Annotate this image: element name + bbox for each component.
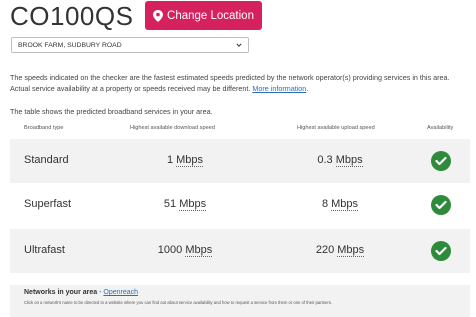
download-value: 1 [166, 154, 174, 166]
upload-value: 0.3 [317, 154, 333, 166]
change-location-label: Change Location [167, 9, 254, 22]
networks-description: Click on a network's name to be directed… [24, 300, 333, 305]
available-check-icon [431, 195, 451, 215]
networks-title: Networks in your area [24, 289, 98, 296]
speed-info-paragraph: The speeds indicated on the checker are … [10, 72, 470, 94]
header-download-speed: Highest available download speed [130, 125, 215, 131]
upload-unit[interactable]: Mbps [335, 154, 363, 167]
row-download: 1000 Mbps [125, 244, 245, 257]
table-header: Broadband type Highest available downloa… [10, 125, 470, 137]
download-unit[interactable]: Mbps [179, 198, 207, 211]
networks-title-line: Networks in your area - Openreach [24, 289, 138, 296]
available-check-icon [431, 151, 451, 171]
download-unit[interactable]: Mbps [176, 154, 204, 167]
header-upload-speed: Highest available upload speed [297, 125, 375, 131]
upload-value: 8 [321, 198, 329, 210]
address-select[interactable]: BROOK FARM, SUDBURY ROAD [11, 37, 249, 53]
upload-value: 220 [315, 244, 335, 256]
postcode-title: CO100QS [10, 1, 134, 31]
address-selected-value: BROOK FARM, SUDBURY ROAD [18, 41, 122, 49]
openreach-link[interactable]: Openreach [103, 289, 138, 296]
chevron-down-icon [236, 43, 242, 47]
available-check-icon [431, 241, 451, 261]
row-type: Superfast [24, 198, 72, 210]
speed-info-text: The speeds indicated on the checker are … [10, 73, 450, 93]
more-information-link[interactable]: More information [252, 84, 306, 93]
change-location-button[interactable]: Change Location [145, 1, 262, 30]
header-availability: Availability [427, 125, 454, 131]
table-row: Standard 1 Mbps 0.3 Mbps [10, 139, 470, 183]
upload-unit[interactable]: Mbps [337, 244, 365, 257]
row-upload: 0.3 Mbps [280, 154, 400, 167]
speed-info-end: . [306, 84, 309, 93]
upload-unit[interactable]: Mbps [331, 198, 359, 211]
row-download: 1 Mbps [125, 154, 245, 167]
table-row: Ultrafast 1000 Mbps 220 Mbps [10, 229, 470, 273]
row-download: 51 Mbps [125, 198, 245, 211]
row-type: Ultrafast [24, 244, 65, 256]
header: CO100QS Change Location [10, 0, 470, 34]
table-intro: The table shows the predicted broadband … [10, 107, 213, 116]
download-value: 51 [163, 198, 177, 210]
row-upload: 220 Mbps [280, 244, 400, 257]
map-pin-icon [153, 9, 164, 22]
download-unit[interactable]: Mbps [185, 244, 213, 257]
row-upload: 8 Mbps [280, 198, 400, 211]
table-row: Superfast 51 Mbps 8 Mbps [10, 183, 470, 227]
header-broadband-type: Broadband type [24, 125, 64, 131]
row-type: Standard [24, 154, 69, 166]
networks-panel: Networks in your area - Openreach Click … [10, 285, 470, 317]
download-value: 1000 [157, 244, 183, 256]
